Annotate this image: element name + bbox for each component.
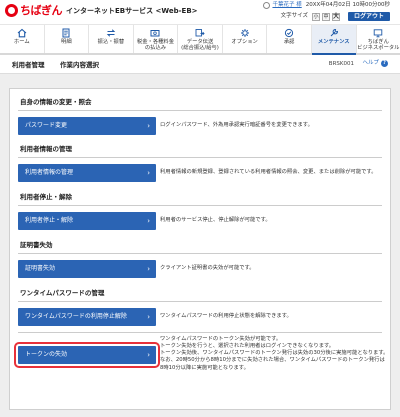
certificate-revoke-button[interactable]: 証明書失効 › xyxy=(18,260,156,278)
maintenance-icon xyxy=(330,29,338,37)
nav-data-transmission[interactable]: データ伝送 (総合振込/給与) xyxy=(178,25,223,53)
token-revoke-description: ワンタイムパスワードのトークン失効が可能です。 トークン失効を行うと、選択された… xyxy=(160,336,388,372)
user-icon xyxy=(263,2,271,9)
chevron-right-icon: › xyxy=(147,313,150,321)
nav-tax-payment[interactable]: 税金・各種料金 の払込み xyxy=(134,25,179,53)
logout-button[interactable]: ログアウト xyxy=(347,12,390,21)
section-heading-user-suspend: 利用者停止・解除 xyxy=(20,193,72,201)
certificate-revoke-description: クライアント証明書の失効が可能です。 xyxy=(160,265,384,272)
nav-option-label: オプション xyxy=(231,39,258,45)
title-bar: 利用者管理 作業内容選択 BRSK001 ヘルプ ? xyxy=(0,55,400,74)
otp-unlock-description: ワンタイムパスワードの利用停止状態を解除できます。 xyxy=(160,313,384,320)
chevron-right-icon: › xyxy=(147,169,150,177)
chevron-right-icon: › xyxy=(147,351,150,359)
nav-data-transmission-label: データ伝送 (総合振込/給与) xyxy=(181,39,219,52)
password-change-button[interactable]: パスワード変更 › xyxy=(18,117,156,135)
user-info-management-description: 利用者情報の新規登録、登録されている利用者情報の照会、変更、または削除が可能です… xyxy=(160,169,384,176)
token-revoke-button-label: トークンの失効 xyxy=(25,351,68,359)
page-title: 作業内容選択 xyxy=(60,61,99,69)
nav-home[interactable]: ホーム xyxy=(0,25,45,53)
user-info: 千葉花子 様 20XX年04月02日 10時00分00秒 xyxy=(263,2,390,9)
header-tools: 文字サイズ 小 中 大 ログアウト xyxy=(281,12,390,21)
font-size-label: 文字サイズ xyxy=(280,13,308,20)
header: ちばぎん インターネットEBサービス <Web-EB> 千葉花子 様 20XX年… xyxy=(0,0,400,24)
last-login-time: 20XX年04月02日 10時00分00秒 xyxy=(305,2,390,9)
service-name: インターネットEBサービス <Web-EB> xyxy=(66,6,198,15)
section-title: 利用者管理 xyxy=(12,61,45,69)
divider xyxy=(18,253,382,254)
divider xyxy=(18,301,382,302)
user-info-management-button-label: 利用者情報の管理 xyxy=(25,169,74,177)
nav-approval-label: 承認 xyxy=(283,39,295,45)
otp-unlock-button-label: ワンタイムパスワードの利用停止解除 xyxy=(25,313,127,321)
section-heading-otp-management: ワンタイムパスワードの管理 xyxy=(20,289,105,297)
screen-code: BRSK001 xyxy=(328,61,354,67)
user-suspend-button-label: 利用者停止・解除 xyxy=(25,217,74,225)
user-name-link[interactable]: 千葉花子 様 xyxy=(272,2,301,9)
nav-maintenance-label: メンテナンス xyxy=(317,39,350,45)
data-transmission-icon xyxy=(195,29,205,37)
nav-tax-payment-label: 税金・各種料金 の払込み xyxy=(136,39,175,52)
description-line: なお、20時50分から8時10分までに失効された場合、ワンタイムパスワードのトー… xyxy=(160,357,385,364)
divider xyxy=(18,332,382,333)
nav-home-label: ホーム xyxy=(13,39,30,45)
logo-mark-icon xyxy=(5,4,18,18)
user-suspend-button[interactable]: 利用者停止・解除 › xyxy=(18,212,156,230)
approval-icon xyxy=(285,28,294,38)
transfer-icon xyxy=(106,29,116,37)
section-heading-self-info: 自身の情報の変更・照会 xyxy=(20,98,92,106)
password-change-description: ログインパスワード、外為用承認実行暗証番号を変更できます。 xyxy=(160,122,384,129)
home-icon xyxy=(17,28,27,38)
nav-option[interactable]: オプション xyxy=(223,25,268,53)
statement-icon xyxy=(62,28,70,38)
divider xyxy=(18,205,382,206)
divider xyxy=(18,157,382,158)
token-revoke-button[interactable]: トークンの失効 › xyxy=(14,342,160,368)
font-size-large-button[interactable]: 大 xyxy=(331,12,340,21)
option-icon xyxy=(240,29,249,37)
section-heading-certificate-revoke: 証明書失効 xyxy=(20,241,53,249)
description-line: 利用者のサービス停止、停止解除が可能です。 xyxy=(160,217,271,223)
font-size-medium-button[interactable]: 中 xyxy=(321,12,330,21)
section-heading-user-info: 利用者情報の管理 xyxy=(20,145,72,153)
chevron-right-icon: › xyxy=(147,217,150,225)
certificate-revoke-button-label: 証明書失効 xyxy=(25,265,56,273)
description-line: ログインパスワード、外為用承認実行暗証番号を変更できます。 xyxy=(160,122,313,128)
nav-approval[interactable]: 承認 xyxy=(267,25,312,53)
bank-logo[interactable]: ちばぎん インターネットEBサービス <Web-EB> xyxy=(5,4,198,18)
divider xyxy=(18,110,382,111)
portal-icon xyxy=(374,29,383,38)
chevron-right-icon: › xyxy=(147,265,150,273)
nav-maintenance[interactable]: メンテナンス xyxy=(311,25,357,55)
description-line: 8時10分以降に実施可能となります。 xyxy=(160,364,249,371)
nav-transfer[interactable]: 振込・振替 xyxy=(89,25,134,53)
chevron-right-icon: › xyxy=(147,122,150,130)
menu-panel: 自身の情報の変更・照会 パスワード変更 › ログインパスワード、外為用承認実行暗… xyxy=(9,88,391,410)
description-line: ワンタイムパスワードの利用停止状態を解除できます。 xyxy=(160,313,292,319)
otp-unlock-button[interactable]: ワンタイムパスワードの利用停止解除 › xyxy=(18,308,156,326)
password-change-button-label: パスワード変更 xyxy=(25,122,68,130)
font-size-small-button[interactable]: 小 xyxy=(311,12,320,21)
user-info-management-button[interactable]: 利用者情報の管理 › xyxy=(18,164,156,182)
help-icon: ? xyxy=(381,60,388,67)
nav-portal-label: ちばぎん ビジネスポータル xyxy=(357,39,400,52)
logo-text: ちばぎん xyxy=(20,4,63,17)
content-area: 自身の情報の変更・照会 パスワード変更 › ログインパスワード、外為用承認実行暗… xyxy=(0,74,400,417)
nav-statement-label: 明細 xyxy=(61,39,72,45)
nav-transfer-label: 振込・振替 xyxy=(97,39,125,45)
nav-statement[interactable]: 明細 xyxy=(45,25,90,53)
description-line: クライアント証明書の失効が可能です。 xyxy=(160,265,255,271)
description-line: 利用者情報の新規登録、登録されている利用者情報の照会、変更、または削除が可能です… xyxy=(160,169,377,175)
tax-payment-icon xyxy=(150,30,160,37)
user-suspend-description: 利用者のサービス停止、停止解除が可能です。 xyxy=(160,217,384,224)
help-label: ヘルプ xyxy=(362,60,379,67)
global-nav: ホーム 明細 振込・振替 税金・各種料金 の払込み データ伝送 (総合振込/給与… xyxy=(0,24,400,55)
help-link[interactable]: ヘルプ ? xyxy=(362,60,388,67)
nav-portal[interactable]: ちばぎん ビジネスポータル xyxy=(357,25,400,53)
